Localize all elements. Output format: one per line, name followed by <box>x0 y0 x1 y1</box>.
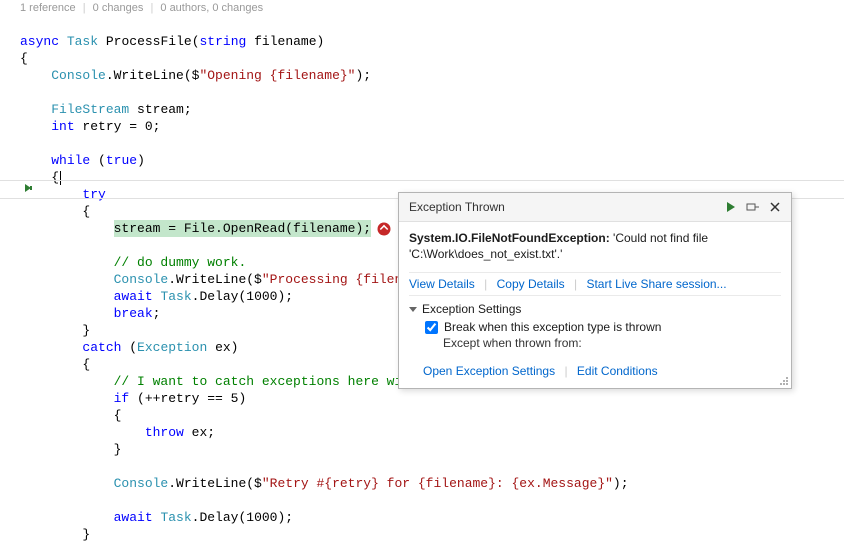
type-filestream: FileStream <box>51 102 129 117</box>
copy-details-link[interactable]: Copy Details <box>497 277 565 291</box>
text-caret <box>60 171 61 185</box>
type-console: Console <box>51 68 106 83</box>
keyword-while: while <box>51 153 90 168</box>
method-name: ProcessFile <box>106 34 192 49</box>
comment: // do dummy work. <box>114 255 247 270</box>
pin-icon[interactable] <box>745 199 761 215</box>
codelens-bar: 1 reference | 0 changes | 0 authors, 0 c… <box>0 0 844 16</box>
break-checkbox-label: Break when this exception type is thrown <box>444 320 661 334</box>
continue-button[interactable] <box>723 199 739 215</box>
chevron-down-icon <box>409 307 417 312</box>
exception-settings-label: Exception Settings <box>422 302 521 316</box>
exception-settings-header[interactable]: Exception Settings <box>409 302 781 316</box>
exception-message: System.IO.FileNotFoundException: 'Could … <box>409 230 781 262</box>
string-literal: "Processing {filen <box>262 272 402 287</box>
open-exception-settings-link[interactable]: Open Exception Settings <box>423 364 555 378</box>
type-task: Task <box>67 34 98 49</box>
keyword-await: await <box>114 510 153 525</box>
keyword-string: string <box>200 34 247 49</box>
keyword-true: true <box>106 153 137 168</box>
edit-conditions-link[interactable]: Edit Conditions <box>577 364 658 378</box>
codelens-sep: | <box>150 2 153 14</box>
keyword-try: try <box>82 187 105 202</box>
string-literal: "Retry #{retry} for {filename}: {ex.Mess… <box>262 476 613 491</box>
close-icon[interactable] <box>767 199 783 215</box>
resize-grip-icon[interactable] <box>777 374 789 386</box>
string-literal: "Opening {filename}" <box>199 68 355 83</box>
exception-popup[interactable]: Exception Thrown System.IO.FileNotFoundE… <box>398 192 792 389</box>
type-exception: Exception <box>137 340 207 355</box>
exception-settings-section: Exception Settings Break when this excep… <box>409 296 781 356</box>
keyword-if: if <box>114 391 130 406</box>
comment: // I want to catch exceptions here wit <box>114 374 410 389</box>
live-share-link[interactable]: Start Live Share session... <box>586 277 726 291</box>
error-icon[interactable] <box>377 222 391 236</box>
execution-pointer-icon <box>24 182 36 194</box>
exception-footer-links: Open Exception Settings | Edit Condition… <box>409 356 781 382</box>
exception-links-row: View Details | Copy Details | Start Live… <box>409 272 781 296</box>
type-task: Task <box>153 289 192 304</box>
except-when-label: Except when thrown from: <box>443 336 781 350</box>
line-divider <box>0 180 844 181</box>
codelens-ref[interactable]: 1 reference <box>20 2 76 14</box>
codelens-authors[interactable]: 0 authors, 0 changes <box>160 2 263 14</box>
view-details-link[interactable]: View Details <box>409 277 475 291</box>
keyword-catch: catch <box>82 340 121 355</box>
type-console: Console <box>114 476 169 491</box>
keyword-async: async <box>20 34 59 49</box>
exception-type: System.IO.FileNotFoundException: <box>409 231 610 245</box>
break-checkbox-row[interactable]: Break when this exception type is thrown <box>425 320 781 334</box>
exception-popup-title: Exception Thrown <box>409 200 717 214</box>
type-task: Task <box>153 510 192 525</box>
type-console: Console <box>114 272 169 287</box>
break-checkbox[interactable] <box>425 321 438 334</box>
keyword-int: int <box>51 119 74 134</box>
exception-line-highlight: stream = File.OpenRead(filename); <box>114 220 371 237</box>
keyword-break: break <box>114 306 153 321</box>
codelens-changes[interactable]: 0 changes <box>93 2 144 14</box>
exception-popup-header[interactable]: Exception Thrown <box>399 193 791 222</box>
keyword-await: await <box>114 289 153 304</box>
codelens-sep: | <box>83 2 86 14</box>
exception-popup-body: System.IO.FileNotFoundException: 'Could … <box>399 222 791 388</box>
keyword-throw: throw <box>145 425 184 440</box>
